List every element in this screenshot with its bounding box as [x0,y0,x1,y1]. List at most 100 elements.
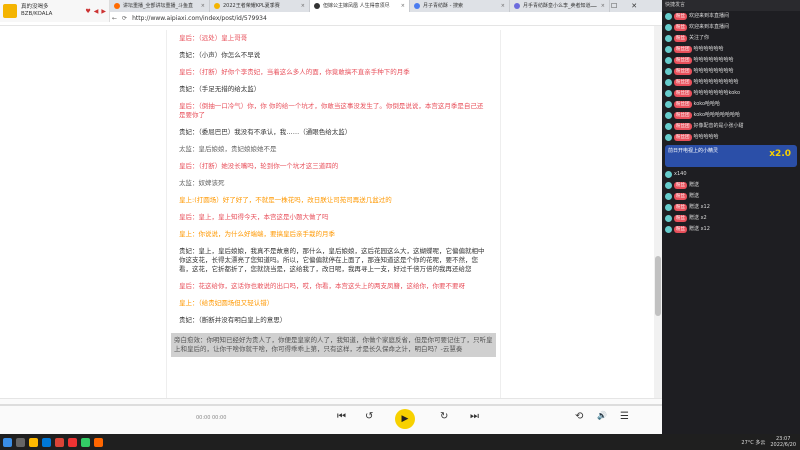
tab-close-icon[interactable]: × [401,0,405,12]
url-field[interactable]: http://www.aipiaxi.com/index/post/id/579… [132,15,267,22]
system-tray: 27°C 多云 23:07 2022/6/20 [741,434,796,450]
script-line: 贵妃：（手足无措的给太监） [179,85,261,93]
fan-badge: 粉丝团 [674,101,692,108]
script-line: 太监：奴婢该死 [179,179,225,187]
browser-tab[interactable]: 讲坛重播_全部讲坛重播_斗鱼直 × [110,0,210,12]
gift-banner: 前日开电视上的小精灵 x2.0 [665,145,797,167]
fan-badge: 粉丝 [674,226,687,233]
chat-message: 粉丝团 哈哈哈哈哈 [662,132,800,143]
avatar [665,68,672,75]
chat-text: 欢迎来到本直播间 [689,24,730,30]
avatar [665,112,672,119]
tab-close-icon[interactable]: × [301,0,305,12]
fan-badge: 粉丝 [674,35,687,42]
douyu-icon[interactable] [94,437,103,447]
next-track-icon[interactable]: ⏭ [470,411,479,422]
mini-music-player[interactable]: 真的没喝多 BZB/KOALA ♥ ◀ ▶ [0,0,110,22]
tab-close-icon[interactable]: × [201,0,205,12]
previous-track-icon[interactable]: ⏮ [337,411,346,422]
chat-message: 粉丝 欢迎来到本直播间 [662,11,800,22]
chat-message: 粉丝 赠送 [662,180,800,191]
chat-text: 欢迎来到本直播间 [689,13,730,19]
search-icon[interactable] [16,437,25,447]
avatar [665,101,672,108]
playlist-icon[interactable]: ☰ [620,411,629,422]
avatar [665,13,672,20]
chat-text: 哈哈哈哈哈哈哈koko [693,90,741,96]
scrollbar-thumb[interactable] [655,256,661,316]
next-icon[interactable]: ▶ [101,8,106,15]
tab-favicon [114,3,120,9]
edge-icon[interactable] [42,437,51,447]
chat-message: 粉丝 欢迎来到本直播间 [662,22,800,33]
tab-favicon [214,3,220,9]
tab-favicon [414,3,420,9]
window-controls: — ☐ ✕ [590,0,637,12]
loop-icon[interactable]: ⟲ [575,411,583,422]
volume-icon[interactable]: 🔊 [597,411,607,420]
back-icon[interactable]: ← [112,15,117,22]
avatar [665,35,672,42]
fan-badge: 粉丝 [674,13,687,20]
avatar [665,123,672,130]
chat-message: 粉丝团 哈哈哈哈哈哈 [662,44,800,55]
windows-start-icon[interactable] [3,437,12,447]
page-scrollbar[interactable] [654,26,662,398]
gift-text: 前日开电视上的小精灵 [668,148,719,154]
heart-icon[interactable]: ♥ [85,8,90,15]
prev-icon[interactable]: ◀ [94,8,99,15]
progress-bar[interactable] [0,404,662,406]
clock: 23:07 2022/6/20 [770,436,796,448]
chrome-icon[interactable] [55,437,64,447]
chat-message: 粉丝团 哈哈哈哈哈哈哈哈 [662,66,800,77]
play-button[interactable]: ▶ [395,409,415,429]
avatar [665,204,672,211]
browser-tab[interactable]: 但嫁公主嫁凤凰 人生得意须尽 × [310,0,410,12]
audio-player: 00:00 00:00 ⏮ ↺ ▶ ↻ ⏭ ⟲ 🔊 ☰ [0,398,662,434]
close-icon[interactable]: ✕ [631,0,637,12]
chat-text: 赠送 [689,193,700,199]
tab-close-icon[interactable]: × [501,0,505,12]
forward-15-icon[interactable]: ↻ [440,411,448,422]
chat-message: 粉丝 赠送 x12 [662,202,800,213]
browser-tab[interactable]: 2022王者荣耀KPL夏季赛 × [210,0,310,12]
file-explorer-icon[interactable] [29,437,38,447]
script-line: 皇后：（远处）皇上哥哥 [179,34,248,42]
taskbar: 27°C 多云 23:07 2022/6/20 [0,434,800,450]
maximize-icon[interactable]: ☐ [611,0,617,12]
song-artist: BZB/KOALA [21,11,53,17]
chat-text: 哈哈哈哈哈哈哈哈 [693,57,734,63]
script-line: 皇后：花这给你，这话你也敢说的出口吗，哎，你看，本宫这头上的两支凤簪，这给你，你… [179,282,465,290]
chat-text: 赠送 x12 [689,204,710,210]
left-blank-pane [0,26,166,398]
refresh-icon[interactable]: ⟳ [122,15,127,22]
netease-music-icon[interactable] [68,437,77,447]
fan-badge: 粉丝团 [674,112,692,119]
fan-badge: 粉丝 [674,182,687,189]
rewind-15-icon[interactable]: ↺ [365,411,373,422]
tab-label: 2022王者荣耀KPL夏季赛 [223,3,280,9]
chat-message: 粉丝团 哈哈哈哈哈哈哈哈哈 [662,77,800,88]
tab-label: 讲坛重播_全部讲坛重播_斗鱼直 [123,3,194,9]
gift-multiplier: x2.0 [769,149,791,159]
chat-text: x140 [674,171,687,177]
script-line: 贵妃：（委屈巴巴）我没有不承认，我……（通眼色给太监） [179,128,352,136]
clock-date: 2022/6/20 [770,442,796,448]
chat-header: 快捷发言 [662,0,800,11]
chat-message: 粉丝 赠送 [662,191,800,202]
tab-label: 但嫁公主嫁凤凰 人生得意须尽 [323,3,390,9]
script-line: 皇上:(打圆场）好了好了，不就是一株花吗，改日朕让司苑司再送几盆过的 [179,196,392,204]
browser-tab[interactable]: 月子青纺酥 - 搜索 × [410,0,510,12]
chat-text: 哈哈哈哈哈哈哈哈 [693,68,734,74]
fan-badge: 粉丝团 [674,123,692,130]
avatar [665,79,672,86]
minimize-icon[interactable]: — [590,0,597,12]
avatar [665,134,672,141]
fan-badge: 粉丝团 [674,57,692,64]
chat-message: 粉丝 关注了你 [662,33,800,44]
app-icon[interactable] [81,437,90,447]
tab-label: 月子青纺酥 - 搜索 [423,3,463,9]
avatar [665,24,672,31]
script-line: 旁白愈效：你明知已经好为贵人了，你便是皇家的人了，我知道，你做个家庭反省，但是你… [171,333,496,357]
avatar [665,182,672,189]
